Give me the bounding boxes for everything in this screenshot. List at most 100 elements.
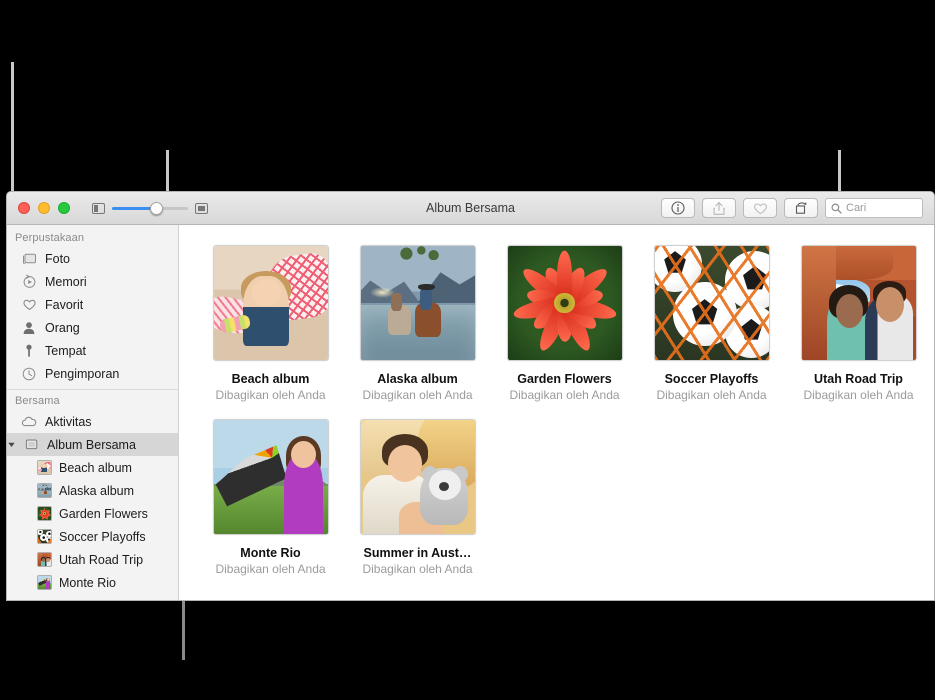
cloud-icon <box>21 414 37 430</box>
sidebar-album-label: Garden Flowers <box>59 506 148 521</box>
album-title: Summer in Aust… <box>363 546 472 560</box>
sidebar-album-label: Monte Rio <box>59 575 116 590</box>
album-grid-area: Beach album Dibagikan oleh Anda Alaska a… <box>179 225 934 600</box>
sidebar-item-aktivitas[interactable]: Aktivitas <box>7 410 178 433</box>
sidebar-item-tempat[interactable]: Tempat <box>7 339 178 362</box>
info-button[interactable] <box>661 198 695 218</box>
clock-icon <box>21 366 37 382</box>
sidebar-album-label: Soccer Playoffs <box>59 529 146 544</box>
sidebar-item-label: Album Bersama <box>47 437 136 452</box>
album-title: Monte Rio <box>240 546 301 560</box>
album-title: Alaska album <box>377 372 458 386</box>
sidebar-album-label: Beach album <box>59 460 132 475</box>
album-cell[interactable]: Garden Flowers Dibagikan oleh Anda <box>491 245 638 402</box>
album-thumbnail <box>37 460 52 475</box>
sidebar-album-label: Utah Road Trip <box>59 552 144 567</box>
large-thumbnail-icon <box>195 202 208 214</box>
sidebar-album-utah-road-trip[interactable]: Utah Road Trip <box>7 548 178 571</box>
rotate-icon <box>795 202 806 214</box>
sidebar-item-favorit[interactable]: Favorit <box>7 293 178 316</box>
album-cell[interactable]: Beach album Dibagikan oleh Anda <box>197 245 344 402</box>
album-cover-alaska-album[interactable] <box>359 245 476 361</box>
sidebar-item-label: Aktivitas <box>45 414 92 429</box>
search-placeholder: Cari <box>846 202 867 214</box>
album-title: Garden Flowers <box>517 372 612 386</box>
album-subtitle: Dibagikan oleh Anda <box>215 388 326 402</box>
sidebar-item-label: Favorit <box>45 297 84 312</box>
thumbnail-size-slider[interactable] <box>92 201 208 215</box>
sidebar-divider <box>7 389 178 390</box>
sidebar-item-label: Foto <box>45 251 71 266</box>
album-subtitle: Dibagikan oleh Anda <box>215 562 326 576</box>
album-cell[interactable]: Alaska album Dibagikan oleh Anda <box>344 245 491 402</box>
sidebar-album-garden-flowers[interactable]: Garden Flowers <box>7 502 178 525</box>
heart-icon <box>21 297 37 313</box>
photos-icon <box>21 251 37 267</box>
sidebar-album-alaska-album[interactable]: Alaska album <box>7 479 178 502</box>
slider-knob[interactable] <box>150 201 163 215</box>
pin-icon <box>21 343 37 359</box>
sidebar-album-soccer-playoffs[interactable]: Soccer Playoffs <box>7 525 178 548</box>
sidebar-item-label: Tempat <box>45 343 86 358</box>
zoom-button[interactable] <box>58 202 70 214</box>
sidebar-item-pengimporan[interactable]: Pengimporan <box>7 362 178 385</box>
album-thumbnail <box>37 483 52 498</box>
album-cell[interactable]: Summer in Aust… Dibagikan oleh Anda <box>344 419 491 576</box>
rotate-button[interactable] <box>784 198 818 218</box>
window-body: Perpustakaan Foto Memori Favorit Orang T… <box>7 225 934 600</box>
album-title: Beach album <box>231 372 310 386</box>
small-thumbnail-icon <box>92 202 105 214</box>
sidebar-album-monte-rio[interactable]: Monte Rio <box>7 571 178 594</box>
toolbar-buttons: Cari <box>661 198 934 218</box>
search-field[interactable]: Cari <box>825 198 923 218</box>
callout-line-sidebar-top <box>11 62 14 192</box>
window-titlebar: Album Bersama Cari <box>7 192 934 225</box>
sidebar: Perpustakaan Foto Memori Favorit Orang T… <box>7 225 179 600</box>
heart-icon <box>753 202 767 214</box>
album-cover-monte-rio[interactable] <box>212 419 329 535</box>
sidebar-album-label: Alaska album <box>59 483 135 498</box>
sidebar-item-label: Memori <box>45 274 87 289</box>
album-cell[interactable]: Monte Rio Dibagikan oleh Anda <box>197 419 344 576</box>
search-icon <box>831 203 842 214</box>
album-subtitle: Dibagikan oleh Anda <box>362 388 473 402</box>
album-thumbnail <box>37 552 52 567</box>
album-subtitle: Dibagikan oleh Anda <box>803 388 914 402</box>
shared-album-icon <box>23 437 39 453</box>
album-thumbnail <box>37 506 52 521</box>
share-icon <box>713 201 725 215</box>
album-cell[interactable]: Soccer Playoffs Dibagikan oleh Anda <box>638 245 785 402</box>
album-subtitle: Dibagikan oleh Anda <box>509 388 620 402</box>
album-grid: Beach album Dibagikan oleh Anda Alaska a… <box>197 245 934 593</box>
album-cover-beach-album[interactable] <box>212 245 329 361</box>
memories-icon <box>21 274 37 290</box>
album-subtitle: Dibagikan oleh Anda <box>656 388 767 402</box>
album-cover-garden-flowers[interactable] <box>506 245 623 361</box>
person-icon <box>21 320 37 336</box>
chevron-down-icon[interactable] <box>7 438 16 452</box>
photos-window: Album Bersama Cari Perpustakaan Foto Mem… <box>6 191 935 601</box>
album-cover-summer-in-australia[interactable] <box>359 419 476 535</box>
slider-track[interactable] <box>112 201 188 215</box>
traffic-lights[interactable] <box>7 202 70 214</box>
album-cover-utah-road-trip[interactable] <box>800 245 917 361</box>
sidebar-section-header-library: Perpustakaan <box>15 232 85 244</box>
minimize-button[interactable] <box>38 202 50 214</box>
sidebar-item-memori[interactable]: Memori <box>7 270 178 293</box>
callout-line-toolbar <box>166 150 169 192</box>
info-icon <box>671 201 685 215</box>
album-cell[interactable]: Utah Road Trip Dibagikan oleh Anda <box>785 245 932 402</box>
album-thumbnail <box>37 529 52 544</box>
close-button[interactable] <box>18 202 30 214</box>
sidebar-item-orang[interactable]: Orang <box>7 316 178 339</box>
sidebar-album-beach-album[interactable]: Beach album <box>7 456 178 479</box>
album-cover-soccer-playoffs[interactable] <box>653 245 770 361</box>
album-subtitle: Dibagikan oleh Anda <box>362 562 473 576</box>
sidebar-item-foto[interactable]: Foto <box>7 247 178 270</box>
share-button[interactable] <box>702 198 736 218</box>
sidebar-item-album-bersama[interactable]: Album Bersama <box>7 433 178 456</box>
screenshot-canvas: Album Bersama Cari Perpustakaan Foto Mem… <box>0 0 935 700</box>
sidebar-item-label: Pengimporan <box>45 366 120 381</box>
album-title: Utah Road Trip <box>814 372 903 386</box>
favorite-button[interactable] <box>743 198 777 218</box>
